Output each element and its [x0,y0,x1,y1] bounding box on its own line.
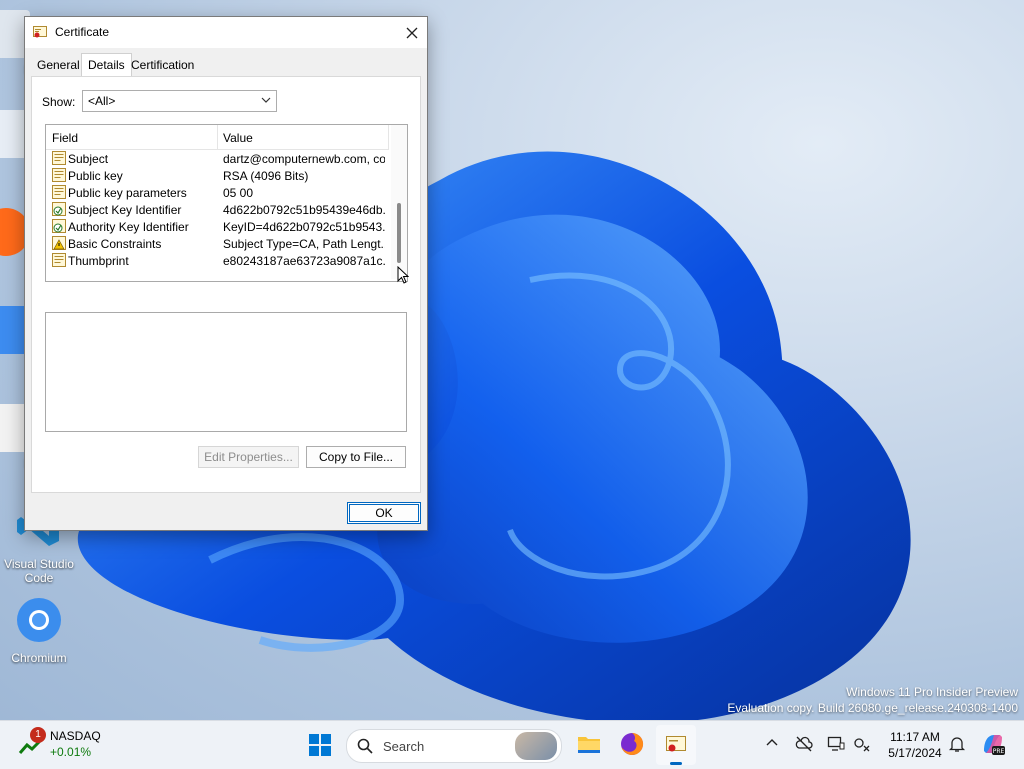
row-field: Basic Constraints [68,237,162,251]
show-label: Show: [42,95,76,109]
table-row[interactable]: Public key RSA (4096 Bits) [46,167,389,184]
firefox-icon [621,732,644,755]
row-field: Public key [68,169,123,183]
onedrive-status[interactable] [795,735,813,753]
search-highlight-icon [515,732,557,760]
field-detail-box[interactable] [45,312,407,432]
file-explorer-icon [578,737,600,753]
desktop-icon-label: Visual Studio Code [4,557,74,585]
svg-text:PRE: PRE [993,748,1005,755]
notifications-button[interactable] [948,735,966,753]
stock-widget[interactable]: 1 NASDAQ +0.01% [16,727,126,763]
row-value: 05 00 [223,186,254,200]
table-row[interactable]: Basic Constraints Subject Type=CA, Path L… [46,235,389,252]
column-header-field[interactable]: Field [52,131,78,145]
show-select-value: <All> [88,94,116,108]
monitor-icon [827,736,845,751]
taskbar-firefox[interactable] [619,731,645,757]
row-value: Subject Type=CA, Path Lengt... [223,237,385,251]
taskbar: 1 NASDAQ +0.01% Search 11:17 AM 5/17/202… [0,720,1024,769]
desktop-icon-chromium[interactable]: Chromium [3,596,75,665]
table-row[interactable]: Subject dartz@computernewb.com, co... [46,150,389,167]
extension-icon [52,219,66,234]
active-app-indicator [670,762,682,765]
bell-icon [948,737,966,752]
row-field: Authority Key Identifier [68,220,189,234]
row-field: Subject Key Identifier [68,203,182,217]
copy-to-file-button[interactable]: Copy to File... [306,446,406,468]
cert-field-icon [52,151,66,166]
cert-field-icon [52,168,66,183]
taskbar-certificate-app[interactable] [656,725,696,765]
row-field: Thumbprint [68,254,129,268]
mouse-cursor-icon [397,266,409,284]
chromium-icon [17,598,61,642]
table-row[interactable]: Thumbprint e80243187ae63723a9087a1c... [46,252,389,269]
table-row[interactable]: Public key parameters 05 00 [46,184,389,201]
watermark-line-2: Evaluation copy. Build 26080.ge_release.… [727,701,1018,715]
table-row[interactable]: Subject Key Identifier 4d622b0792c51b9543… [46,201,389,218]
details-panel: Show: <All> Field Value Subject dartz@com… [31,76,421,493]
row-field: Subject [68,152,109,166]
notification-badge: 1 [30,727,46,743]
warning-extension-icon [52,236,66,251]
copilot-button[interactable]: PRE [980,731,1006,757]
scrollbar-thumb[interactable] [397,203,401,263]
cloud-offline-icon [795,736,813,752]
certificate-icon [33,26,47,38]
certificate-icon [666,736,686,752]
list-header: Field Value [46,125,389,150]
list-scrollbar[interactable] [391,125,407,279]
close-icon [406,27,418,38]
row-value: 4d622b0792c51b95439e46db... [223,203,385,217]
windows-start-icon [309,734,331,756]
widget-change: +0.01% [50,745,92,759]
cert-field-icon [52,185,66,200]
column-divider[interactable] [388,125,389,149]
dialog-title: Certificate [55,25,110,39]
taskbar-search-box[interactable]: Search [346,729,562,763]
dialog-titlebar[interactable]: Certificate [25,17,427,48]
display-settings[interactable] [827,735,845,753]
cert-field-icon [52,253,66,268]
chevron-up-icon [766,739,778,746]
column-header-value[interactable]: Value [223,131,253,145]
row-value: RSA (4096 Bits) [223,169,309,183]
row-value: KeyID=4d622b0792c51b9543... [223,220,385,234]
tab-general[interactable]: General [31,55,86,75]
search-placeholder: Search [383,739,425,754]
show-select[interactable]: <All> [82,90,277,112]
certificate-dialog: Certificate General Details Certificatio… [24,16,428,531]
extension-icon [52,202,66,217]
field-list[interactable]: Field Value Subject dartz@computernewb.co… [45,124,408,282]
clock-date: 5/17/2024 [888,746,942,760]
widget-name: NASDAQ [50,729,101,743]
taskbar-file-explorer[interactable] [576,731,602,757]
edit-properties-button[interactable]: Edit Properties... [198,446,299,468]
network-disconnected-icon [854,738,870,752]
start-button[interactable] [308,733,332,757]
system-clock[interactable]: 11:17 AM 5/17/2024 [880,729,950,761]
clock-time: 11:17 AM [890,730,940,744]
copilot-icon: PRE [984,735,1005,755]
row-value: dartz@computernewb.com, co... [223,152,385,166]
watermark-line-1: Windows 11 Pro Insider Preview [846,685,1018,699]
chevron-down-icon [261,97,271,103]
field-rows: Subject dartz@computernewb.com, co... Publ… [46,150,389,269]
tab-certification-path[interactable]: Certification Path [125,55,200,92]
desktop-icon-label: Chromium [11,651,67,665]
evaluation-watermark: Windows 11 Pro Insider Preview Evaluatio… [727,684,1018,716]
row-field: Public key parameters [68,186,187,200]
network-status[interactable] [853,735,871,753]
search-icon [357,738,373,754]
row-value: e80243187ae63723a9087a1c... [223,254,385,268]
ok-button[interactable]: OK [347,502,421,524]
column-divider[interactable] [217,125,218,149]
table-row[interactable]: Authority Key Identifier KeyID=4d622b0792… [46,218,389,235]
close-button[interactable] [397,17,427,48]
show-hidden-icons-button[interactable] [764,735,780,755]
